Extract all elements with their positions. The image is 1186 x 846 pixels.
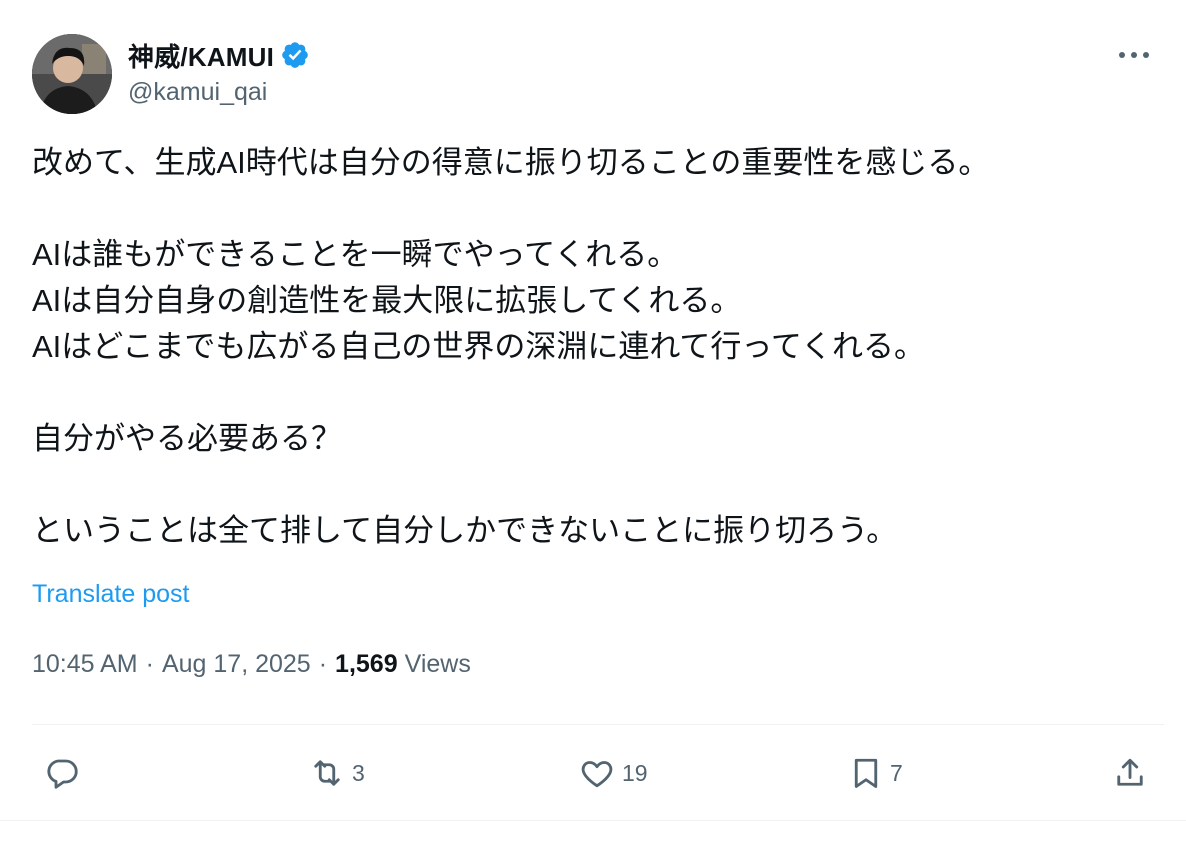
- post-text-line: 自分がやる必要ある？: [32, 421, 342, 456]
- post-text-blank: [32, 186, 1152, 232]
- share-icon: [1112, 754, 1148, 792]
- like-button[interactable]: 19: [578, 744, 648, 802]
- avatar-image: [32, 34, 112, 114]
- post-text-line: AIはどこまでも広がる自己の世界の深淵に連れて行ってくれる。: [32, 329, 925, 364]
- author-display-name[interactable]: 神威/KAMUI: [128, 37, 274, 74]
- bookmark-icon: [848, 754, 884, 792]
- post-meta: 10:45 AM · Aug 17, 2025 · 1,569 Views: [32, 650, 471, 679]
- bookmark-count: 7: [890, 759, 903, 786]
- reply-button[interactable]: [44, 744, 86, 802]
- verified-badge-icon: [280, 40, 310, 70]
- reply-icon: [44, 755, 80, 791]
- post-text-blank: [32, 370, 1152, 416]
- repost-count: 3: [352, 759, 365, 786]
- post-text-blank: [32, 462, 1152, 508]
- meta-separator: ·: [318, 650, 328, 678]
- more-icon[interactable]: [1116, 44, 1152, 66]
- like-count: 19: [622, 759, 648, 786]
- views-label: Views: [404, 650, 471, 678]
- translate-post-link[interactable]: Translate post: [32, 580, 189, 609]
- post-text-line: AIは自分自身の創造性を最大限に拡張してくれる。: [32, 283, 742, 318]
- repost-button[interactable]: 3: [308, 744, 365, 802]
- bottom-border: [0, 820, 1186, 821]
- share-button[interactable]: [1112, 744, 1148, 802]
- avatar[interactable]: [32, 34, 112, 114]
- post-text-line: ということは全て排して自分しかできないことに振り切ろう。: [32, 513, 898, 548]
- meta-separator: ·: [145, 650, 154, 678]
- views-count: 1,569: [335, 650, 398, 678]
- bookmark-button[interactable]: 7: [848, 744, 903, 802]
- post-time[interactable]: 10:45 AM: [32, 650, 138, 679]
- post-date[interactable]: Aug 17, 2025: [162, 650, 311, 679]
- repost-icon: [308, 755, 346, 791]
- post-card: 神威/KAMUI @kamui_qai 改めて、生成AI時代は自分の得意に振り切…: [0, 0, 1186, 846]
- post-text-line: AIは誰もができることを一瞬でやってくれる。: [32, 237, 679, 272]
- divider: [32, 724, 1164, 725]
- post-text-line: 改めて、生成AI時代は自分の得意に振り切ることの重要性を感じる。: [32, 145, 990, 180]
- action-bar: 3 19 7: [32, 744, 1164, 802]
- heart-icon: [578, 755, 616, 791]
- author-handle[interactable]: @kamui_qai: [128, 78, 267, 107]
- post-text: 改めて、生成AI時代は自分の得意に振り切ることの重要性を感じる。 AIは誰もがで…: [32, 140, 1152, 554]
- author-name-row: 神威/KAMUI: [128, 38, 310, 72]
